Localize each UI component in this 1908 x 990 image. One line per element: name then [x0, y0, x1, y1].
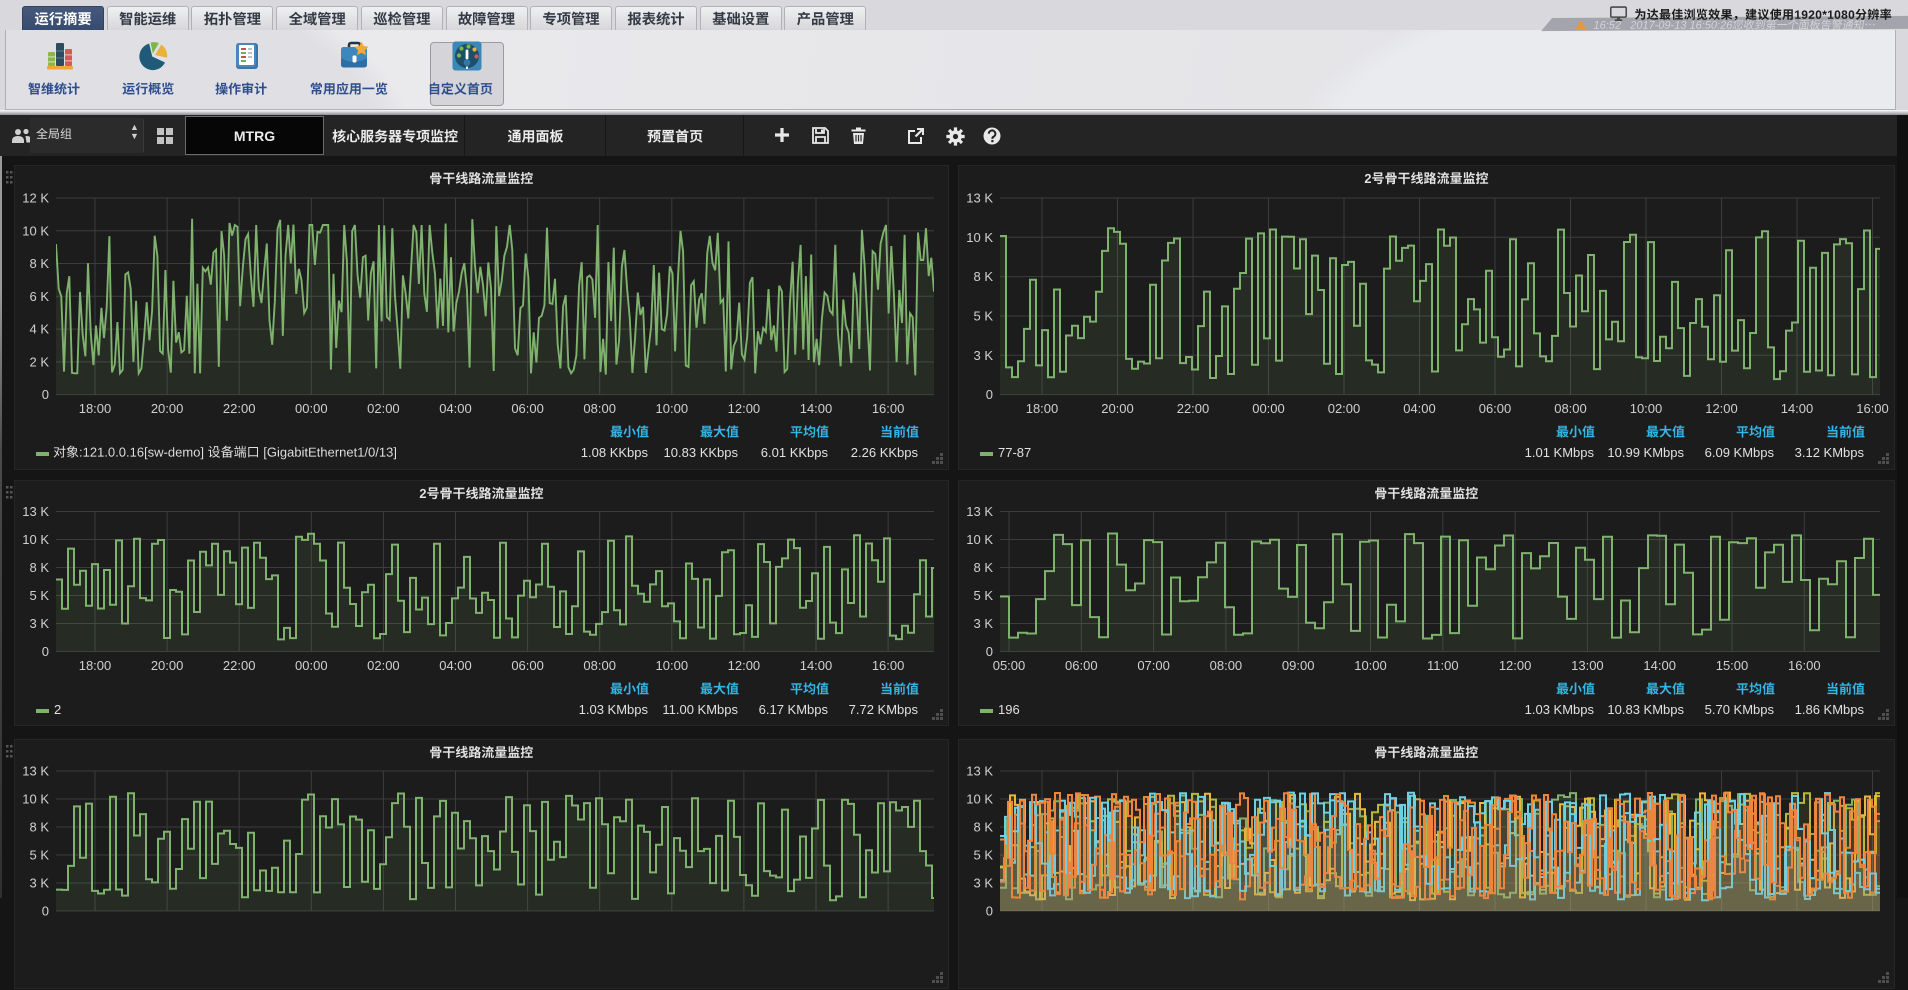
svg-text:0: 0 — [42, 904, 49, 919]
svg-text:05:00: 05:00 — [993, 658, 1026, 673]
svg-text:20:00: 20:00 — [1101, 401, 1134, 416]
svg-text:02:00: 02:00 — [1328, 401, 1361, 416]
svg-text:12:00: 12:00 — [728, 658, 761, 673]
svg-text:22:00: 22:00 — [223, 401, 256, 416]
svg-text:13 K: 13 K — [22, 504, 49, 519]
svg-text:4 K: 4 K — [29, 322, 49, 337]
svg-text:06:00: 06:00 — [1065, 658, 1098, 673]
svg-text:15:00: 15:00 — [1716, 658, 1749, 673]
svg-text:0: 0 — [986, 387, 993, 402]
svg-text:14:00: 14:00 — [1643, 658, 1676, 673]
svg-text:8 K: 8 K — [973, 560, 993, 575]
svg-text:3 K: 3 K — [29, 616, 49, 631]
svg-text:04:00: 04:00 — [439, 401, 472, 416]
svg-text:00:00: 00:00 — [295, 401, 328, 416]
svg-text:10:00: 10:00 — [1630, 401, 1663, 416]
svg-text:16:00: 16:00 — [1856, 401, 1889, 416]
svg-text:22:00: 22:00 — [1177, 401, 1210, 416]
svg-text:04:00: 04:00 — [1403, 401, 1436, 416]
svg-text:08:00: 08:00 — [1554, 401, 1587, 416]
svg-text:10 K: 10 K — [966, 792, 993, 807]
svg-text:16:00: 16:00 — [872, 658, 905, 673]
svg-text:10 K: 10 K — [966, 230, 993, 245]
svg-text:5 K: 5 K — [29, 848, 49, 863]
svg-text:3 K: 3 K — [973, 876, 993, 891]
svg-text:0: 0 — [986, 904, 993, 919]
svg-text:10 K: 10 K — [22, 792, 49, 807]
svg-text:08:00: 08:00 — [583, 658, 616, 673]
svg-text:8 K: 8 K — [29, 820, 49, 835]
svg-text:13:00: 13:00 — [1571, 658, 1604, 673]
svg-text:02:00: 02:00 — [367, 658, 400, 673]
svg-text:22:00: 22:00 — [223, 658, 256, 673]
svg-text:8 K: 8 K — [973, 820, 993, 835]
svg-text:18:00: 18:00 — [79, 401, 112, 416]
svg-text:18:00: 18:00 — [79, 658, 112, 673]
svg-text:12:00: 12:00 — [728, 401, 761, 416]
svg-text:0: 0 — [42, 644, 49, 659]
svg-text:11:00: 11:00 — [1427, 658, 1459, 673]
svg-text:3 K: 3 K — [973, 348, 993, 363]
svg-text:10:00: 10:00 — [1354, 658, 1387, 673]
svg-text:20:00: 20:00 — [151, 401, 184, 416]
svg-text:10 K: 10 K — [22, 223, 49, 238]
svg-text:10:00: 10:00 — [656, 401, 689, 416]
svg-text:06:00: 06:00 — [511, 658, 544, 673]
svg-text:13 K: 13 K — [966, 504, 993, 519]
svg-text:5 K: 5 K — [973, 588, 993, 603]
svg-text:6 K: 6 K — [29, 289, 49, 304]
svg-text:3 K: 3 K — [29, 876, 49, 891]
svg-text:14:00: 14:00 — [1781, 401, 1814, 416]
svg-text:0: 0 — [986, 644, 993, 659]
svg-text:07:00: 07:00 — [1137, 658, 1170, 673]
svg-text:06:00: 06:00 — [511, 401, 544, 416]
svg-text:8 K: 8 K — [29, 256, 49, 271]
svg-text:12 K: 12 K — [22, 191, 49, 206]
svg-text:20:00: 20:00 — [151, 658, 184, 673]
svg-text:14:00: 14:00 — [800, 658, 833, 673]
svg-text:02:00: 02:00 — [367, 401, 400, 416]
svg-text:5 K: 5 K — [973, 848, 993, 863]
svg-text:13 K: 13 K — [22, 764, 49, 779]
svg-text:00:00: 00:00 — [295, 658, 328, 673]
svg-text:13 K: 13 K — [966, 764, 993, 779]
svg-text:3 K: 3 K — [973, 616, 993, 631]
svg-text:10:00: 10:00 — [656, 658, 689, 673]
svg-text:06:00: 06:00 — [1479, 401, 1512, 416]
svg-text:14:00: 14:00 — [800, 401, 833, 416]
svg-text:08:00: 08:00 — [583, 401, 616, 416]
svg-text:5 K: 5 K — [29, 588, 49, 603]
svg-text:5 K: 5 K — [973, 309, 993, 324]
svg-text:00:00: 00:00 — [1252, 401, 1285, 416]
svg-text:8 K: 8 K — [973, 269, 993, 284]
svg-text:13 K: 13 K — [966, 191, 993, 206]
svg-text:10 K: 10 K — [22, 532, 49, 547]
svg-text:16:00: 16:00 — [1788, 658, 1821, 673]
svg-text:0: 0 — [42, 387, 49, 402]
svg-text:18:00: 18:00 — [1026, 401, 1059, 416]
svg-text:09:00: 09:00 — [1282, 658, 1315, 673]
svg-text:10 K: 10 K — [966, 532, 993, 547]
svg-text:12:00: 12:00 — [1499, 658, 1532, 673]
svg-text:04:00: 04:00 — [439, 658, 472, 673]
svg-text:08:00: 08:00 — [1210, 658, 1243, 673]
svg-text:2 K: 2 K — [29, 354, 49, 369]
svg-text:12:00: 12:00 — [1705, 401, 1738, 416]
svg-text:16:00: 16:00 — [872, 401, 905, 416]
svg-text:8 K: 8 K — [29, 560, 49, 575]
